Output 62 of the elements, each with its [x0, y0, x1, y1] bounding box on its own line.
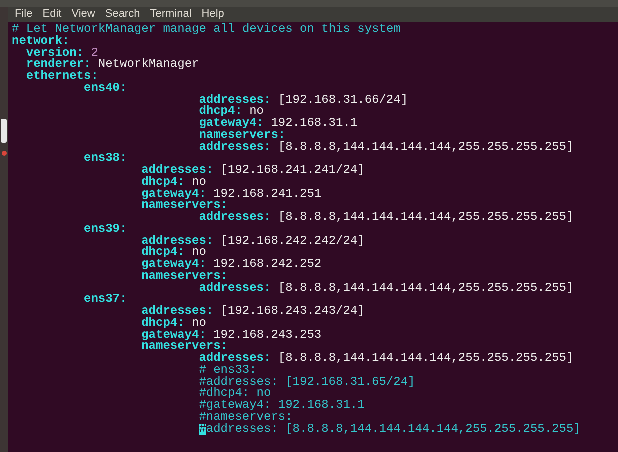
yaml-key: addresses: [142, 236, 214, 248]
code-comment: #nameservers: [199, 412, 293, 424]
code-comment: # Let NetworkManager manage all devices on this system [12, 24, 401, 36]
menu-item[interactable]: View [72, 9, 96, 20]
yaml-key: network: [12, 36, 70, 48]
yaml-key: dhcp4: [142, 318, 185, 330]
yaml-key: ethernets: [26, 71, 98, 83]
text-cursor: # [199, 424, 206, 436]
yaml-value: 192.168.31.1 [270, 118, 358, 130]
yaml-key: addresses: [199, 212, 272, 224]
yaml-key: dhcp4: [199, 106, 242, 118]
yaml-key: version: [26, 48, 84, 60]
yaml-value: 192.168.242.252 [212, 259, 322, 271]
yaml-key: gateway4: [142, 330, 206, 342]
yaml-value: no [192, 247, 206, 259]
yaml-key: nameservers: [199, 130, 286, 142]
yaml-value: no [191, 318, 206, 330]
yaml-key: renderer: [26, 59, 92, 71]
app-icon[interactable] [2, 151, 6, 156]
menu-item[interactable]: Terminal [150, 9, 192, 20]
yaml-key: addresses: [142, 306, 214, 318]
yaml-key: nameservers: [142, 270, 228, 282]
yaml-key: gateway4: [199, 118, 264, 130]
code-comment: addresses: [8.8.8.8,144.144.144.144,255.255.255.255] [206, 424, 581, 436]
code-comment: #addresses: [192.168.31.65/24] [199, 376, 416, 388]
yaml-value: no [250, 106, 264, 118]
code-comment: # ens33: [199, 364, 257, 376]
yaml-value: NetworkManager [97, 59, 200, 71]
yaml-key: dhcp4: [142, 247, 185, 259]
yaml-key: gateway4: [142, 259, 206, 271]
yaml-key: ens37: [84, 294, 128, 306]
menu-item[interactable]: Edit [42, 9, 62, 20]
yaml-key: nameservers: [142, 200, 228, 212]
yaml-value: [192.168.241.241/24] [220, 165, 365, 177]
yaml-key: ens40: [84, 82, 128, 94]
app-icon[interactable] [1, 119, 7, 143]
yaml-value: [192.168.242.242/24] [220, 236, 365, 248]
yaml-key: ens38: [84, 153, 128, 165]
yaml-value: 192.168.243.253 [212, 330, 322, 342]
yaml-value: [8.8.8.8,144.144.144.144,255.255.255.255] [277, 282, 574, 294]
yaml-key: ens39: [84, 224, 128, 236]
yaml-value: [8.8.8.8,144.144.144.144,255.255.255.255] [277, 353, 574, 365]
yaml-value: [192.168.243.243/24] [220, 306, 365, 318]
menu-item[interactable]: File [15, 9, 33, 20]
menu-item[interactable]: Search [105, 9, 140, 20]
yaml-value: 192.168.241.251 [212, 188, 322, 200]
yaml-key: addresses: [199, 142, 272, 154]
yaml-key: addresses: [199, 94, 272, 106]
yaml-value: no [191, 176, 206, 188]
yaml-key: addresses: [142, 165, 214, 177]
yaml-key: dhcp4: [142, 176, 185, 188]
yaml-key: gateway4: [142, 188, 206, 200]
menu-item[interactable]: Help [202, 9, 224, 20]
code-comment: #dhcp4: no [199, 388, 272, 400]
yaml-value: [8.8.8.8,144.144.144.144,255.255.255.255] [277, 142, 574, 154]
yaml-key: addresses: [199, 353, 272, 365]
yaml-value: [192.168.31.66/24] [277, 94, 408, 106]
yaml-value: 2 [90, 48, 98, 60]
code-comment: #gateway4: 192.168.31.1 [199, 400, 365, 412]
yaml-value: [8.8.8.8,144.144.144.144,255.255.255.255] [277, 212, 574, 224]
yaml-key: nameservers: [142, 341, 228, 353]
yaml-key: addresses: [199, 282, 272, 294]
